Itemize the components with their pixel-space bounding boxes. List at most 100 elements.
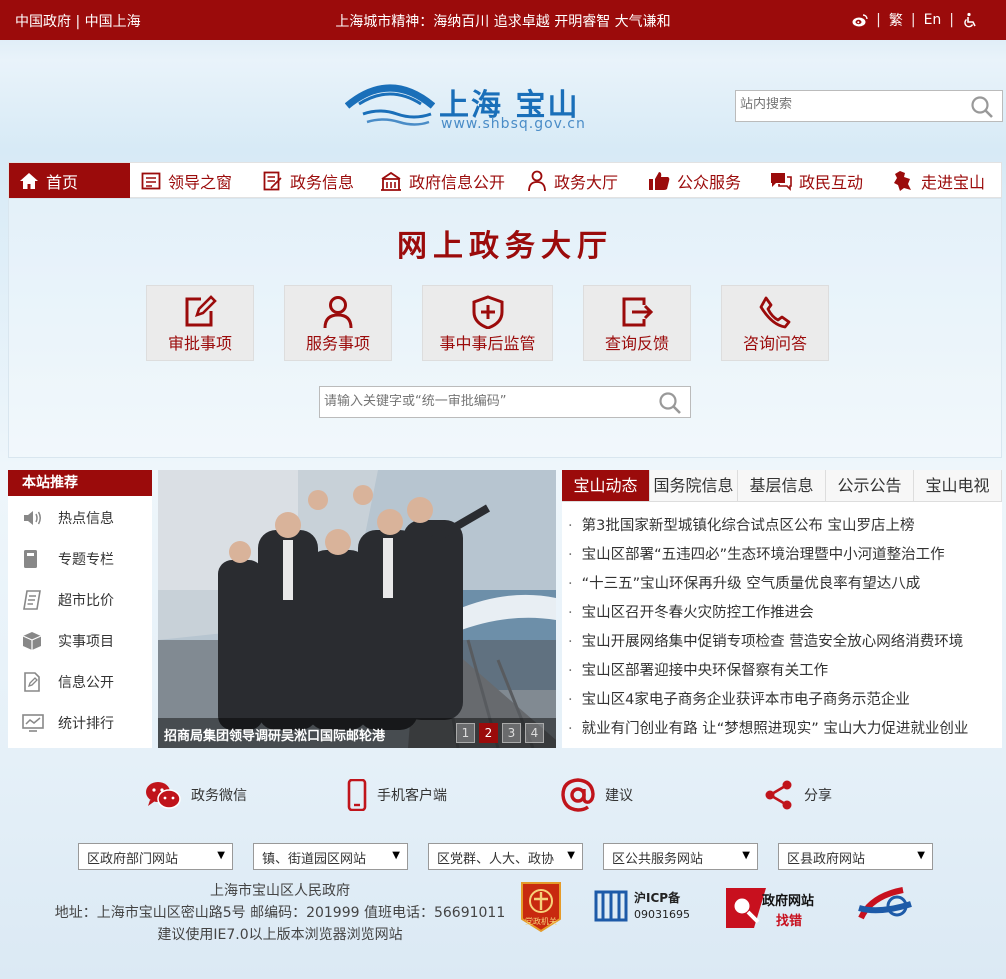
tile-label: 审批事项 xyxy=(167,334,232,353)
bullet: · xyxy=(568,634,573,650)
select-value: 区政府部门网站 xyxy=(87,852,179,867)
slider-page-3[interactable]: 3 xyxy=(502,723,521,743)
site-logo[interactable]: 上海 宝山 www.shbsq.gov.cn xyxy=(345,78,605,134)
select-value: 镇、街道园区网站 xyxy=(262,852,367,867)
bullet: · xyxy=(568,721,573,737)
recommend-label: 专题专栏 xyxy=(58,552,114,568)
footer-info: 上海市宝山区人民政府 地址：上海市宝山区密山路5号 邮编码：201999 值班电… xyxy=(40,880,520,946)
slider-page-4[interactable]: 4 xyxy=(525,723,544,743)
news-title: 就业有门创业有路 让“梦想照进现实” 宝山大力促进就业创业 xyxy=(581,721,969,737)
gov-links[interactable]: 中国政府 | 中国上海 xyxy=(15,11,141,31)
recommend-label: 超市比价 xyxy=(58,593,114,609)
icp-badge[interactable]: 沪ICP备 09031695 xyxy=(594,886,694,926)
partner-logo[interactable] xyxy=(855,882,915,932)
logo-bridge-icon xyxy=(345,84,435,126)
news-item[interactable]: · 宝山区部署“五违四必”生态环境治理暨中小河道整治工作 xyxy=(568,543,998,564)
select-public-service[interactable]: 区公共服务网站 ▼ xyxy=(603,843,758,870)
accessibility-icon[interactable] xyxy=(962,12,978,28)
footer-browser-note: 建议使用IE7.0以上版本浏览器浏览网站 xyxy=(157,927,403,943)
traditional-chinese-link[interactable]: 繁 xyxy=(889,10,903,30)
link-share[interactable]: 分享 xyxy=(764,778,832,812)
news-title: 宝山区部署“五违四必”生态环境治理暨中小河道整治工作 xyxy=(581,547,945,563)
nav-label: 首页 xyxy=(46,173,79,192)
tab-baoshan-news[interactable]: 宝山动态 xyxy=(562,470,650,502)
phone-icon xyxy=(759,296,791,329)
nav-home[interactable]: 首页 xyxy=(9,163,130,199)
news-panel: 宝山动态 国务院信息 基层信息 公示公告 宝山电视 · 第3批国家新型城镇化综合试… xyxy=(562,470,1002,748)
link-suggestion[interactable]: 建议 xyxy=(561,778,633,812)
select-towns-streets[interactable]: 镇、街道园区网站 ▼ xyxy=(253,843,408,870)
news-item[interactable]: · 第3批国家新型城镇化综合试点区公布 宝山罗店上榜 xyxy=(568,514,998,535)
tile-label: 服务事项 xyxy=(305,334,370,353)
hall-search-input[interactable] xyxy=(324,394,644,409)
news-item[interactable]: · 宝山开展网络集中促销专项检查 营造安全放心网络消费环境 xyxy=(568,630,998,651)
select-value: 区公共服务网站 xyxy=(612,852,704,867)
recommend-price-compare[interactable]: 超市比价 xyxy=(8,585,152,615)
slider-page-1[interactable]: 1 xyxy=(456,723,475,743)
news-item[interactable]: · 宝山区部署迎接中央环保督察有关工作 xyxy=(568,659,998,680)
report-error-badge[interactable]: 政府网站 找错 xyxy=(722,884,824,930)
select-party-congress[interactable]: 区党群、人大、政协 ▼ xyxy=(428,843,583,870)
dropdown-arrow-icon: ▼ xyxy=(392,850,400,861)
tab-announcements[interactable]: 公示公告 xyxy=(826,470,914,502)
tab-baoshan-tv[interactable]: 宝山电视 xyxy=(914,470,1002,502)
icp-title: 沪ICP备 xyxy=(634,891,681,905)
link-label: 建议 xyxy=(605,788,633,804)
nav-label: 走进宝山 xyxy=(921,173,986,192)
select-value: 区县政府网站 xyxy=(787,852,866,867)
site-search-input[interactable] xyxy=(740,97,960,112)
nav-public-service[interactable]: 公众服务 xyxy=(648,163,741,199)
search-icon[interactable] xyxy=(970,95,994,119)
slider-page-2[interactable]: 2 xyxy=(479,723,498,743)
news-item[interactable]: · 就业有门创业有路 让“梦想照进现实” 宝山大力促进就业创业 xyxy=(568,717,998,738)
tab-grassroots[interactable]: 基层信息 xyxy=(738,470,826,502)
select-county-gov[interactable]: 区县政府网站 ▼ xyxy=(778,843,933,870)
tile-query-feedback[interactable]: 查询反馈 xyxy=(583,285,691,361)
recommend-label: 信息公开 xyxy=(58,675,114,691)
tile-service-items[interactable]: 服务事项 xyxy=(284,285,392,361)
news-item[interactable]: · “十三五”宝山环保再升级 空气质量优良率有望达八成 xyxy=(568,572,998,593)
nav-label: 政府信息公开 xyxy=(409,173,506,192)
tab-state-council[interactable]: 国务院信息 xyxy=(650,470,738,502)
chart-icon xyxy=(22,714,44,732)
wechat-icon xyxy=(146,782,181,809)
document-icon xyxy=(263,171,282,191)
link-label: 政务微信 xyxy=(191,788,247,804)
nav-leader-window[interactable]: 领导之窗 xyxy=(141,163,232,199)
recommend-label: 统计排行 xyxy=(58,716,114,732)
nav-interaction[interactable]: 政民互动 xyxy=(770,163,863,199)
recommend-statistics[interactable]: 统计排行 xyxy=(8,708,152,738)
mobile-icon xyxy=(347,779,367,811)
nav-info-disclosure[interactable]: 政府信息公开 xyxy=(380,163,505,199)
tile-approval-items[interactable]: 审批事项 xyxy=(146,285,254,361)
swirl-logo-icon xyxy=(858,887,912,920)
recommend-practical-projects[interactable]: 实事项目 xyxy=(8,626,152,656)
select-district-departments[interactable]: 区政府部门网站 ▼ xyxy=(78,843,233,870)
news-title: 宝山区4家电子商务企业获评本市电子商务示范企业 xyxy=(581,692,910,708)
top-bar: 上海城市精神：海纳百川 追求卓越 开明睿智 大气谦和 中国政府 | 中国上海 |… xyxy=(0,0,1006,40)
weibo-icon[interactable] xyxy=(852,13,868,27)
english-link[interactable]: En xyxy=(924,12,942,28)
recommend-hot-info[interactable]: 热点信息 xyxy=(8,503,152,533)
at-icon xyxy=(561,778,595,812)
news-item[interactable]: · 宝山区召开冬春火灾防控工作推进会 xyxy=(568,601,998,622)
nav-gov-info[interactable]: 政务信息 xyxy=(263,163,354,199)
news-photo-slider[interactable]: 招商局集团领导调研吴淞口国际邮轮港 1 2 3 4 xyxy=(158,470,556,748)
news-title: 第3批国家新型城镇化综合试点区公布 宝山罗店上榜 xyxy=(581,518,915,534)
nav-service-hall[interactable]: 政务大厅 xyxy=(527,163,618,199)
tile-supervision[interactable]: 事中事后监管 xyxy=(422,285,553,361)
tile-consultation[interactable]: 咨询问答 xyxy=(721,285,829,361)
news-item[interactable]: · 宝山区4家电子商务企业获评本市电子商务示范企业 xyxy=(568,688,998,709)
nav-label: 公众服务 xyxy=(677,173,742,192)
recommend-special-topics[interactable]: 专题专栏 xyxy=(8,544,152,574)
search-icon[interactable] xyxy=(658,391,682,415)
bullet: · xyxy=(568,605,573,621)
edit-icon xyxy=(185,295,217,327)
link-wechat[interactable]: 政务微信 xyxy=(145,778,247,812)
recommend-info-disclosure[interactable]: 信息公开 xyxy=(8,667,152,697)
bullet: · xyxy=(568,547,573,563)
nav-about-baoshan[interactable]: 走进宝山 xyxy=(892,163,985,199)
link-mobile-app[interactable]: 手机客户端 xyxy=(347,778,447,812)
home-icon xyxy=(20,173,38,189)
party-gov-badge[interactable]: 党政机关 xyxy=(520,881,562,933)
